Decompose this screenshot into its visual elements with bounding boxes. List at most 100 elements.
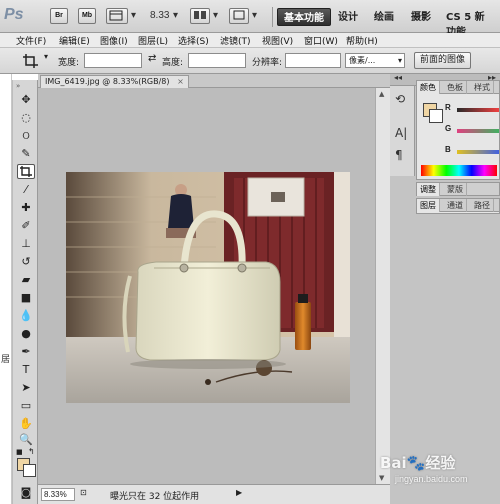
- toolbox: » ✥ ◌ ଠ ✎ ⁄ ✚ ✐ ⊥ ↺ ▰ ■ 💧 ● ✒ T ➤ ▭ ✋ 🔍 …: [12, 80, 38, 504]
- history-brush-tool-icon[interactable]: ↺: [17, 254, 35, 269]
- lasso-tool-icon[interactable]: ଠ: [17, 128, 35, 143]
- workspace-painting[interactable]: 绘画: [368, 8, 400, 26]
- height-input[interactable]: [188, 53, 246, 68]
- eraser-tool-icon[interactable]: ▰: [17, 272, 35, 287]
- workspace-essentials[interactable]: 基本功能: [277, 8, 331, 26]
- default-colors-icon[interactable]: ■: [16, 448, 23, 456]
- move-tool-icon[interactable]: ✥: [17, 92, 35, 107]
- chevron-down-icon[interactable]: ▾: [131, 10, 136, 21]
- width-input[interactable]: [84, 53, 142, 68]
- shape-tool-icon[interactable]: ▭: [17, 398, 35, 413]
- resolution-input[interactable]: [285, 53, 341, 68]
- unit-chevron-icon: ▾: [397, 56, 402, 65]
- photoshop-logo: Ps: [4, 6, 24, 23]
- color-spectrum-bar[interactable]: [421, 165, 497, 176]
- swap-dimensions-icon[interactable]: ⇄: [148, 53, 156, 64]
- type-tool-icon[interactable]: T: [17, 362, 35, 377]
- red-label: R: [445, 103, 451, 112]
- panel-background-swatch[interactable]: [429, 109, 443, 123]
- tab-channels[interactable]: 通道: [444, 199, 467, 212]
- tab-color[interactable]: 颜色: [417, 81, 440, 94]
- background-color-swatch[interactable]: [23, 464, 36, 477]
- tool-preset-chevron-icon[interactable]: ▾: [44, 52, 48, 61]
- screen-mode-icon: [233, 10, 245, 20]
- grid-icon: [109, 10, 123, 21]
- blue-slider[interactable]: B: [445, 145, 499, 159]
- view-extras-button[interactable]: [106, 8, 128, 24]
- status-menu-icon[interactable]: ▶: [236, 488, 242, 497]
- zoom-level[interactable]: 8.33: [150, 10, 169, 21]
- history-panel-icon[interactable]: ⟲: [395, 92, 405, 106]
- workspace-photography[interactable]: 摄影: [405, 8, 437, 26]
- menu-view[interactable]: 视图(V): [262, 34, 293, 47]
- zoom-chevron-icon[interactable]: ▾: [173, 10, 178, 21]
- screen-mode-button[interactable]: [229, 8, 249, 24]
- scroll-down-icon[interactable]: ▼: [379, 474, 384, 482]
- background-window-text: 居: [1, 355, 11, 365]
- adjustments-panel: 调整 蒙版: [416, 182, 500, 196]
- menu-help[interactable]: 帮助(H): [346, 34, 378, 47]
- menu-select[interactable]: 选择(S): [178, 34, 209, 47]
- crop-tool-icon[interactable]: [17, 164, 35, 179]
- crop-tool-icon[interactable]: [22, 53, 40, 69]
- toolbox-collapse-icon[interactable]: »: [16, 82, 20, 90]
- character-panel-icon[interactable]: A|: [395, 126, 407, 140]
- hand-tool-icon[interactable]: ✋: [17, 416, 35, 431]
- close-icon[interactable]: ×: [177, 77, 184, 86]
- bridge-button[interactable]: Br: [50, 8, 68, 24]
- tab-adjustments[interactable]: 调整: [417, 183, 440, 196]
- collapse-dock-icon[interactable]: ◂◂: [394, 73, 402, 82]
- tab-styles[interactable]: 样式: [471, 81, 494, 94]
- red-slider[interactable]: R: [445, 103, 499, 117]
- menu-layer[interactable]: 图层(L): [138, 34, 168, 47]
- dodge-tool-icon[interactable]: ●: [17, 326, 35, 341]
- brush-tool-icon[interactable]: ✐: [17, 218, 35, 233]
- screen-mode-chevron-icon[interactable]: ▾: [252, 10, 257, 21]
- tab-masks[interactable]: 蒙版: [444, 183, 467, 196]
- marquee-tool-icon[interactable]: ◌: [17, 110, 35, 125]
- clone-stamp-tool-icon[interactable]: ⊥: [17, 236, 35, 251]
- pen-tool-icon[interactable]: ✒: [17, 344, 35, 359]
- menu-edit[interactable]: 编辑(E): [59, 34, 90, 47]
- color-panel: 颜色 色板 样式 R G B: [416, 80, 500, 180]
- path-selection-tool-icon[interactable]: ➤: [17, 380, 35, 395]
- height-label: 高度:: [162, 58, 184, 68]
- menu-filter[interactable]: 滤镜(T): [220, 34, 251, 47]
- healing-brush-tool-icon[interactable]: ✚: [17, 200, 35, 215]
- vertical-scrollbar[interactable]: ▲ ▼: [375, 88, 390, 484]
- status-zoom-input[interactable]: 8.33%: [41, 488, 75, 501]
- paragraph-panel-icon[interactable]: ¶: [395, 148, 403, 162]
- layers-panel: 图层 通道 路径: [416, 198, 500, 214]
- eyedropper-tool-icon[interactable]: ⁄: [17, 182, 35, 197]
- baidu-watermark: Bai🐾经验: [380, 454, 456, 472]
- front-image-button[interactable]: 前面的图像: [414, 52, 472, 69]
- arrange-documents-button[interactable]: [190, 8, 210, 24]
- tab-layers[interactable]: 图层: [417, 199, 440, 212]
- quick-select-tool-icon[interactable]: ✎: [17, 146, 35, 161]
- layers-panel-tabs: 图层 通道 路径: [417, 199, 499, 212]
- quick-mask-icon[interactable]: ◙: [17, 485, 35, 500]
- workspace-cs5-new[interactable]: CS 5 新功能: [440, 8, 500, 38]
- workspace-design[interactable]: 设计: [332, 8, 364, 26]
- tab-paths[interactable]: 路径: [471, 199, 494, 212]
- baidu-watermark-url: jingyan.baidu.com: [395, 474, 468, 484]
- zoom-tool-icon[interactable]: 🔍: [17, 432, 35, 447]
- arrange-chevron-icon[interactable]: ▾: [213, 10, 218, 21]
- green-slider[interactable]: G: [445, 124, 499, 138]
- menu-file[interactable]: 文件(F): [16, 34, 46, 47]
- swap-colors-icon[interactable]: ↰: [28, 447, 35, 456]
- menu-image[interactable]: 图像(I): [100, 34, 128, 47]
- status-info-icon[interactable]: ⊡: [80, 488, 87, 497]
- blur-tool-icon[interactable]: 💧: [17, 308, 35, 323]
- application-bar: Ps Br Mb ▾ 8.33 ▾ ▾ ▾ 基本功能 设计 绘画 摄影 CS 5…: [0, 0, 500, 38]
- resolution-unit-select[interactable]: 像素/... ▾: [345, 53, 405, 68]
- document-image[interactable]: [66, 172, 350, 403]
- options-bar: ▾ 宽度: ⇄ 高度: 分辨率: 像素/... ▾ 前面的图像: [0, 48, 500, 74]
- tab-swatches[interactable]: 色板: [444, 81, 467, 94]
- gradient-tool-icon[interactable]: ■: [17, 290, 35, 305]
- menu-window[interactable]: 窗口(W): [304, 34, 338, 47]
- document-tab[interactable]: IMG_6419.jpg @ 8.33%(RGB/8) ×: [40, 75, 189, 88]
- scroll-up-icon[interactable]: ▲: [379, 90, 384, 98]
- mini-bridge-button[interactable]: Mb: [78, 8, 96, 24]
- resolution-unit-value: 像素/...: [349, 56, 376, 65]
